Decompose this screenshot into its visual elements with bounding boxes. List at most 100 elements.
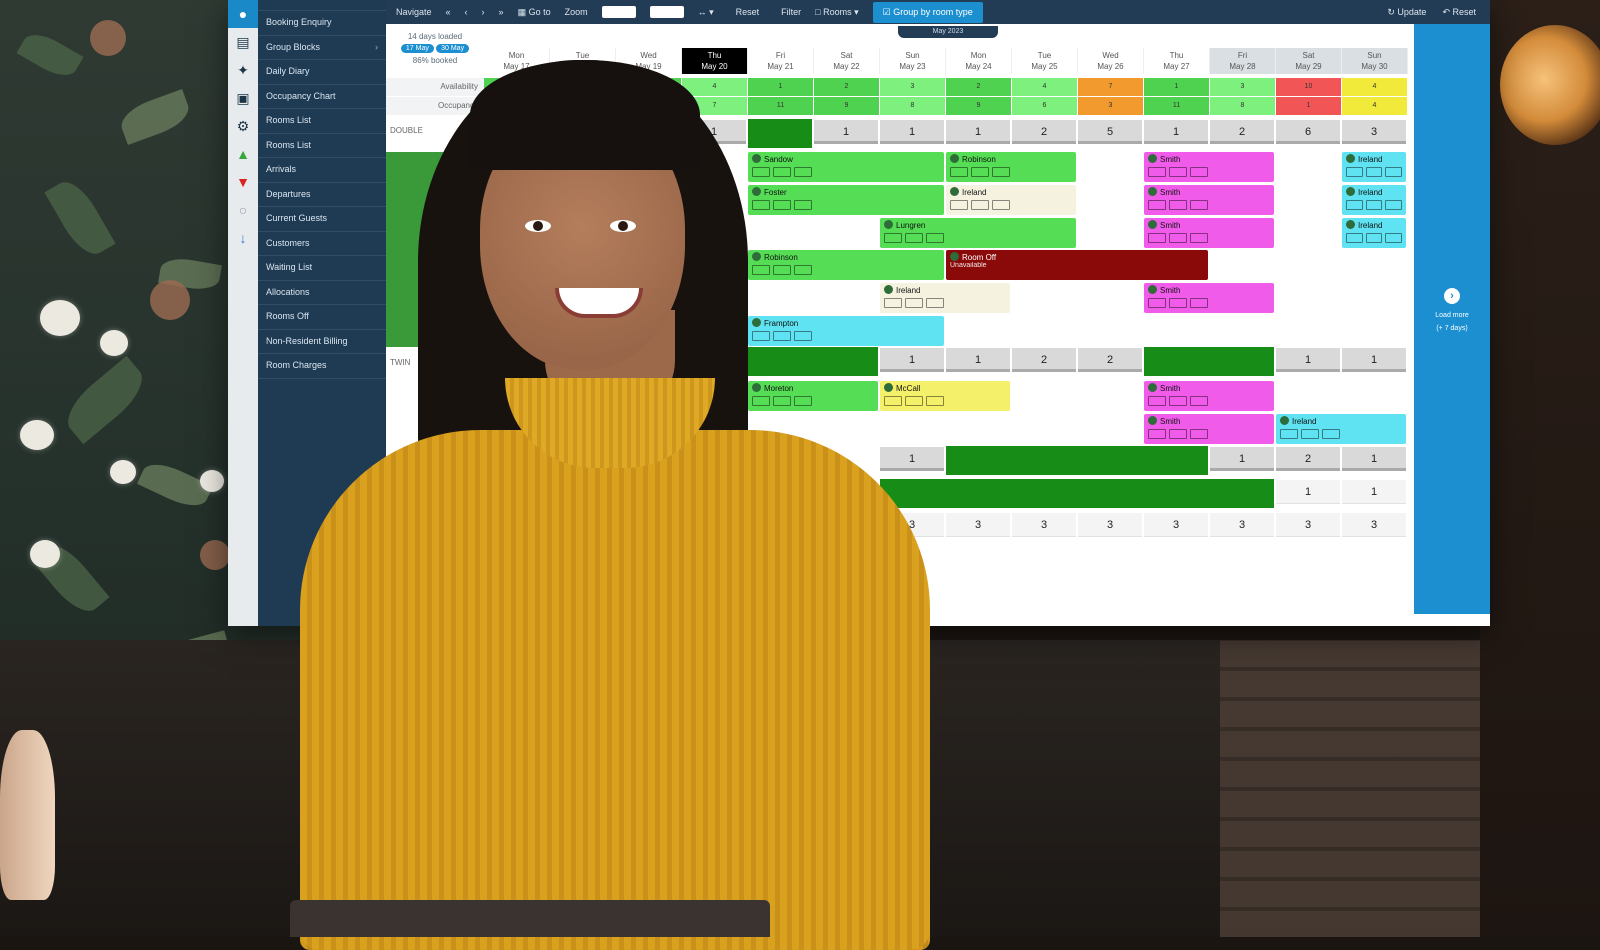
booking-tag	[1190, 167, 1208, 177]
booking-tags	[1148, 167, 1270, 177]
booking-block[interactable]: Ireland	[1342, 218, 1406, 248]
bed-icon[interactable]: ▤	[228, 28, 258, 56]
day-header[interactable]: Fri May 28	[1210, 48, 1276, 74]
count-cell: 2	[1078, 348, 1142, 372]
arrow-right-icon[interactable]: ›	[1444, 288, 1460, 304]
load-more-label: Load more	[1435, 312, 1469, 319]
expand-icon[interactable]: ↔ ▾	[698, 7, 714, 18]
goto-label: Go to	[528, 6, 551, 17]
availability-cell: 4	[1012, 78, 1077, 96]
day-header[interactable]: Thu May 27	[1144, 48, 1210, 74]
count-cell: 2	[1276, 447, 1340, 471]
from-date-pill[interactable]: 17 May	[400, 44, 434, 53]
sidebar-item[interactable]: Group Blocks ›	[258, 36, 386, 60]
booking-tags	[1346, 200, 1403, 210]
booking-tags	[1280, 429, 1402, 439]
toolbar: Navigate « ‹ › » ▦ Go to Zoom ↔ ▾ Reset …	[386, 0, 1490, 24]
booking-tags	[1346, 167, 1403, 177]
booking-block[interactable]: Ireland	[1342, 152, 1406, 182]
booking-block[interactable]: Smith	[1144, 152, 1274, 182]
day-of-week: Sat	[1302, 51, 1315, 60]
booking-tags	[1148, 396, 1270, 406]
prev-button[interactable]: ‹	[465, 7, 468, 17]
group-label: Group by room type	[893, 6, 973, 17]
day-of-week: Tue	[1037, 51, 1052, 60]
goto-button[interactable]: ▦ Go to	[518, 7, 551, 18]
reset-view-button[interactable]: ↶ Reset	[1442, 7, 1476, 18]
booking-tags	[1148, 298, 1270, 308]
rooms-label: Rooms	[823, 6, 852, 17]
booking-block[interactable]: Ireland	[1342, 185, 1406, 215]
occupancy-cell: 11	[1144, 97, 1209, 115]
zoom-to-input[interactable]	[649, 6, 684, 18]
count-cell: 1	[1276, 480, 1340, 504]
guest-icon	[1346, 187, 1355, 196]
days-loaded: 14 days loaded	[407, 32, 463, 41]
pin-icon[interactable]: ↓	[228, 224, 258, 252]
rooms-dropdown[interactable]: □ Rooms ▾	[815, 7, 858, 18]
booking-guest-name: Ireland	[1292, 417, 1317, 426]
day-header[interactable]: Mon May 24	[946, 48, 1012, 74]
booking-tag	[1148, 429, 1166, 439]
guest-icon	[1280, 416, 1289, 425]
load-more-panel[interactable]: › Load more (+ 7 days)	[1414, 24, 1490, 614]
next-button[interactable]: ›	[482, 7, 485, 17]
booking-block[interactable]: Ireland	[1276, 414, 1406, 444]
update-button[interactable]: ↻ Update	[1387, 7, 1426, 18]
booking-block[interactable]: Smith	[1144, 218, 1274, 248]
count-cell: 1	[1342, 348, 1406, 372]
zoom-from-input[interactable]	[601, 6, 636, 18]
day-header[interactable]: Sat May 29	[1276, 48, 1342, 74]
guest-icon	[1148, 154, 1157, 163]
laptop-edge	[290, 900, 770, 937]
day-of-week: Fri	[1237, 51, 1248, 60]
first-page-button[interactable]: «	[446, 7, 451, 17]
booking-block[interactable]: Smith	[1144, 283, 1274, 313]
day-date: May 27	[1163, 62, 1190, 71]
count-cell: 1	[1210, 447, 1274, 471]
booking-tag	[992, 200, 1010, 210]
booking-block[interactable]: Robinson	[946, 152, 1076, 182]
booking-tag	[950, 200, 968, 210]
day-of-week: Thu	[1169, 51, 1184, 60]
bell-icon[interactable]: ●	[228, 0, 258, 28]
thumbs-up-icon[interactable]: ▲	[228, 140, 258, 168]
day-header[interactable]: Wed May 26	[1078, 48, 1144, 74]
briefcase-icon[interactable]: ▣	[228, 84, 258, 112]
booking-guest-name: Smith	[1160, 221, 1181, 230]
sidebar-item-label: Booking Enquiry	[266, 17, 332, 27]
booking-tag	[1169, 396, 1187, 406]
booking-block[interactable]: Smith	[1144, 414, 1274, 444]
circle-icon[interactable]: ○	[228, 196, 258, 224]
day-header[interactable]: Tue May 25	[1012, 48, 1078, 74]
sidebar-item-top[interactable]	[258, 0, 386, 11]
booking-tag	[1169, 233, 1187, 243]
guest-icon	[950, 154, 959, 163]
booking-guest-name: Smith	[1160, 417, 1181, 426]
group-by-room-type-toggle[interactable]: ☑ Group by room type	[872, 1, 983, 23]
count-cell: 1	[946, 120, 1010, 144]
booking-tags	[1148, 429, 1270, 439]
booking-block[interactable]: Smith	[1144, 185, 1274, 215]
to-date-pill[interactable]: 30 May	[436, 44, 470, 53]
count-cell: 3	[1144, 513, 1208, 537]
booking-block[interactable]: Room Off Unavailable	[946, 250, 1208, 280]
last-page-button[interactable]: »	[499, 7, 504, 17]
thumbs-down-icon[interactable]: ▼	[228, 168, 258, 196]
booking-tag	[1322, 429, 1340, 439]
reset-button[interactable]: Reset	[728, 3, 768, 21]
occupancy-cell: 1	[1276, 97, 1341, 115]
cutlery-icon[interactable]: ✦	[228, 56, 258, 84]
smiling-woman	[300, 60, 930, 950]
reset-view-label: Reset	[1452, 6, 1476, 17]
sidebar-item[interactable]: Booking Enquiry	[258, 11, 386, 36]
booking-block[interactable]: Smith	[1144, 381, 1274, 411]
gear-icon[interactable]: ⚙	[228, 112, 258, 140]
booking-tags	[1346, 233, 1403, 243]
sidebar-item-label: Group Blocks	[266, 41, 321, 52]
guest-icon	[1346, 154, 1355, 163]
booking-tag	[1169, 429, 1187, 439]
day-header[interactable]: Sun May 30	[1342, 48, 1408, 74]
yellow-sweater	[300, 430, 930, 950]
booking-block[interactable]: Ireland	[946, 185, 1076, 215]
